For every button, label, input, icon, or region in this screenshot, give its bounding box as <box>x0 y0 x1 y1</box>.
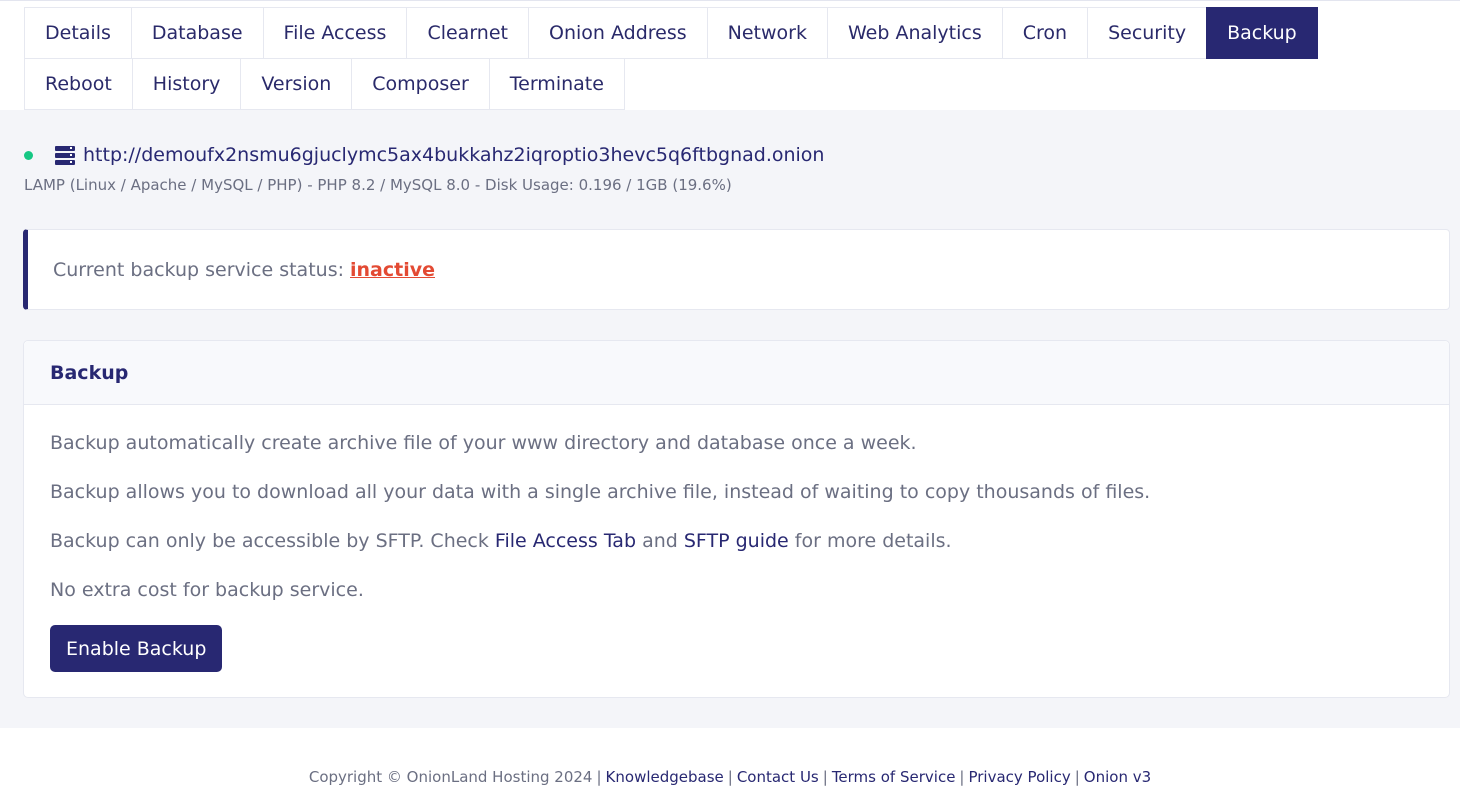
tab-terminate[interactable]: Terminate <box>488 58 625 110</box>
site-meta: LAMP (Linux / Apache / MySQL / PHP) - PH… <box>24 176 732 194</box>
footer-separator: | <box>727 768 733 786</box>
backup-description-4: No extra cost for backup service. <box>50 579 364 601</box>
sftp-text-prefix: Backup can only be accessible by SFTP. C… <box>50 530 489 552</box>
backup-status-label: Current backup service status: <box>53 258 344 281</box>
footer-separator: | <box>822 768 828 786</box>
tab-bar: Details Database File Access Clearnet On… <box>24 7 1404 110</box>
tab-reboot[interactable]: Reboot <box>24 58 133 110</box>
sftp-guide-link[interactable]: SFTP guide <box>684 530 789 552</box>
server-icon <box>55 145 75 165</box>
tab-clearnet[interactable]: Clearnet <box>406 7 529 59</box>
tab-version[interactable]: Version <box>240 58 353 110</box>
footer: Copyright © OnionLand Hosting 2024 | Kno… <box>0 728 1460 790</box>
tab-network[interactable]: Network <box>706 7 828 59</box>
footer-link-privacy[interactable]: Privacy Policy <box>968 768 1070 786</box>
tab-security[interactable]: Security <box>1087 7 1208 59</box>
tab-cron[interactable]: Cron <box>1001 7 1089 59</box>
sftp-text-suffix: for more details. <box>794 530 952 552</box>
site-url-link[interactable]: http://demoufx2nsmu6gjuclymc5ax4bukkahz2… <box>83 144 824 166</box>
backup-card: Backup Backup automatically create archi… <box>23 340 1450 698</box>
footer-link-terms[interactable]: Terms of Service <box>832 768 956 786</box>
backup-description-2: Backup allows you to download all your d… <box>50 481 1151 503</box>
footer-separator: | <box>959 768 965 786</box>
tab-history[interactable]: History <box>131 58 242 110</box>
enable-backup-button[interactable]: Enable Backup <box>50 625 223 672</box>
backup-status-alert: Current backup service status: inactive <box>23 229 1450 310</box>
backup-card-body: Backup automatically create archive file… <box>24 405 1449 672</box>
tab-composer[interactable]: Composer <box>351 58 490 110</box>
tab-backup[interactable]: Backup <box>1206 7 1318 59</box>
footer-link-contact[interactable]: Contact Us <box>737 768 819 786</box>
footer-copyright: Copyright © OnionLand Hosting 2024 <box>308 768 593 786</box>
file-access-tab-link[interactable]: File Access Tab <box>495 530 636 552</box>
backup-description-1: Backup automatically create archive file… <box>50 432 917 454</box>
footer-link-knowledgebase[interactable]: Knowledgebase <box>606 768 724 786</box>
backup-status-value: inactive <box>350 258 435 281</box>
tab-file-access[interactable]: File Access <box>262 7 408 59</box>
top-nav-bar: Details Database File Access Clearnet On… <box>0 0 1460 110</box>
and-text: and <box>642 530 678 552</box>
site-header: http://demoufx2nsmu6gjuclymc5ax4bukkahz2… <box>24 142 824 168</box>
footer-link-onion-v3[interactable]: Onion v3 <box>1084 768 1151 786</box>
footer-separator: | <box>1074 768 1080 786</box>
tab-details[interactable]: Details <box>24 7 132 59</box>
online-status-dot <box>24 150 33 160</box>
backup-card-title: Backup <box>24 341 1449 405</box>
footer-separator: | <box>596 768 602 786</box>
backup-description-3: Backup can only be accessible by SFTP. C… <box>50 529 1423 553</box>
tab-database[interactable]: Database <box>130 7 264 59</box>
tab-web-analytics[interactable]: Web Analytics <box>826 7 1003 59</box>
tab-onion-address[interactable]: Onion Address <box>527 7 708 59</box>
